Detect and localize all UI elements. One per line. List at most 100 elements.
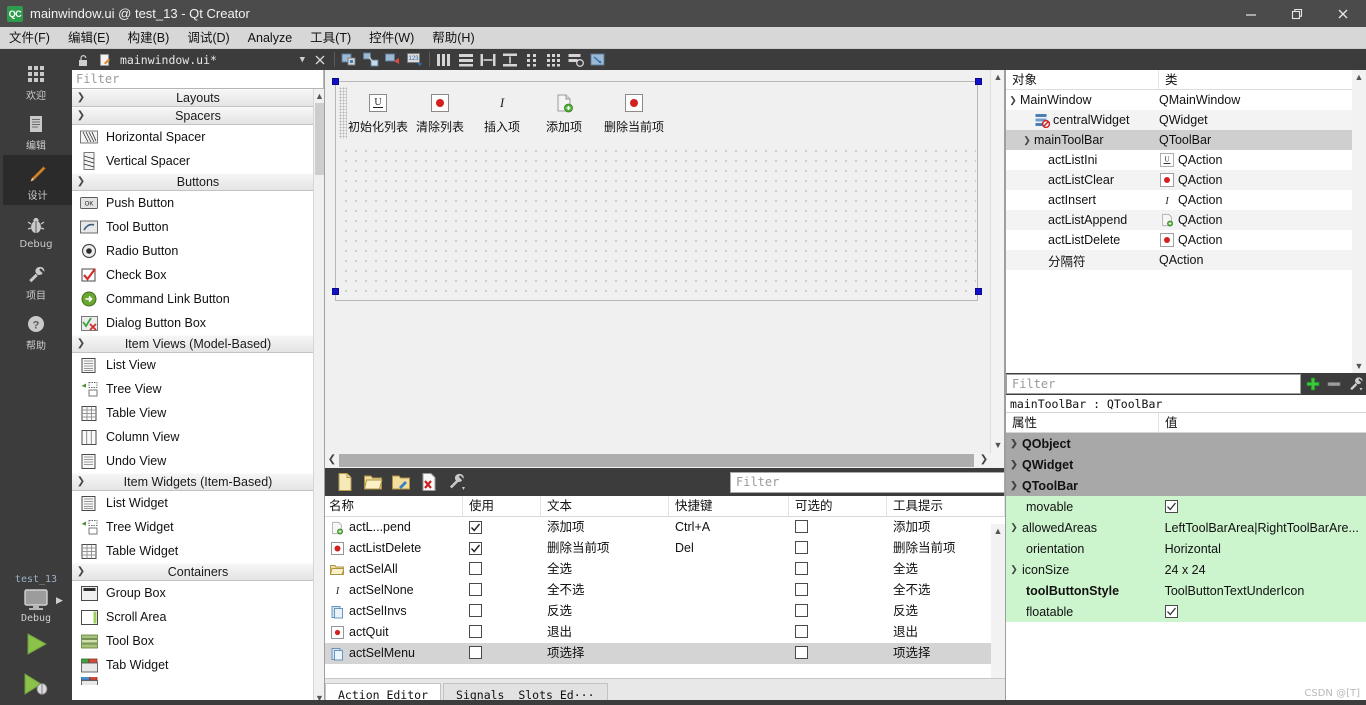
new-action-icon[interactable] [331, 470, 359, 494]
widget-item-dialog-button-box[interactable]: Dialog Button Box [72, 311, 324, 335]
action-used-cell[interactable] [463, 622, 541, 643]
widget-item-undo-view[interactable]: Undo View [72, 449, 324, 473]
tree-row-separator[interactable]: 分隔符 QAction [1006, 250, 1366, 270]
widget-item-tool-button[interactable]: Tool Button [72, 215, 324, 239]
action-checkable-cell[interactable] [789, 538, 887, 559]
toolbar-button-add-item[interactable]: 添加项 [533, 91, 595, 135]
sidebar-item-help[interactable]: ? 帮助 [0, 305, 72, 355]
tree-row-actlistini[interactable]: actListIni U QAction [1006, 150, 1366, 170]
toolbar-button-clear-list[interactable]: 清除列表 [409, 91, 471, 135]
chevron-right-icon[interactable]: ❯ [1006, 459, 1022, 470]
minus-icon[interactable] [1325, 373, 1345, 395]
checkbox-unchecked[interactable] [469, 583, 482, 596]
column-header-shortcut[interactable]: 快捷键 [669, 496, 789, 516]
close-icon[interactable] [1320, 0, 1366, 27]
scroll-up-icon[interactable]: ▲ [1352, 70, 1366, 84]
form-canvas[interactable]: U 初始化列表 清除列表 I 插入项 添加项 删除当前项 ▲ ▼ ❮ ❯ [325, 70, 1005, 468]
widget-item-group-box[interactable]: Group Box [72, 581, 324, 605]
checkbox-checked[interactable] [1164, 605, 1178, 618]
tree-row-maintoolbar[interactable]: ❯ mainToolBar QToolBar [1006, 130, 1366, 150]
action-checkable-cell[interactable] [789, 601, 887, 622]
chevron-right-icon[interactable]: ❯ [1006, 438, 1022, 449]
toolbar-drag-handle[interactable] [339, 86, 347, 139]
tree-row-actlistclear[interactable]: actListClear QAction [1006, 170, 1366, 190]
layout-horizontal-icon[interactable] [433, 49, 455, 70]
form-main-toolbar[interactable]: U 初始化列表 清除列表 I 插入项 添加项 删除当前项 [337, 83, 976, 142]
property-value-cell[interactable]: LeftToolBarArea|RightToolBarAre... [1159, 517, 1366, 538]
checkbox-unchecked[interactable] [795, 562, 808, 575]
toolbar-button-delete-current[interactable]: 删除当前项 [595, 91, 673, 135]
layout-vertical-icon[interactable] [455, 49, 477, 70]
widget-item-check-box[interactable]: Check Box [72, 263, 324, 287]
widget-item-tree-view[interactable]: Tree View [72, 377, 324, 401]
checkbox-unchecked[interactable] [469, 625, 482, 638]
checkbox-checked[interactable] [469, 542, 482, 555]
chevron-right-icon[interactable]: ❯ [1006, 522, 1022, 533]
tree-row-centralwidget[interactable]: centralWidget QWidget [1006, 110, 1366, 130]
central-widget-area[interactable] [337, 142, 976, 299]
widget-item-tab-widget[interactable]: Tab Widget [72, 653, 324, 677]
column-header-text[interactable]: 文本 [541, 496, 669, 516]
settings-icon[interactable] [443, 470, 471, 494]
action-used-cell[interactable] [463, 538, 541, 559]
table-row[interactable]: actSelInvs 反选 反选 [325, 601, 1005, 622]
plus-icon[interactable] [1303, 373, 1323, 395]
edit-tab-order-icon[interactable]: 123 [404, 49, 426, 70]
scroll-up-icon[interactable]: ▲ [991, 70, 1005, 84]
column-header-object[interactable]: 对象 [1006, 70, 1159, 89]
chevron-down-icon[interactable]: ❯ [1020, 135, 1034, 146]
restore-icon[interactable] [1274, 0, 1320, 27]
adjust-size-icon[interactable] [587, 49, 609, 70]
property-group-qwidget[interactable]: ❯ QWidget [1006, 454, 1366, 475]
property-row-movable[interactable]: movable [1006, 496, 1366, 517]
sidebar-item-edit[interactable]: 编辑 [0, 105, 72, 155]
selection-handle-top-right[interactable] [975, 78, 982, 85]
table-row[interactable]: actQuit 退出 退出 [325, 622, 1005, 643]
unlocked-icon[interactable] [72, 49, 94, 70]
delete-action-icon[interactable] [415, 470, 443, 494]
tree-row-mainwindow[interactable]: ❯ MainWindow QMainWindow [1006, 90, 1366, 110]
edit-signals-slots-icon[interactable] [360, 49, 382, 70]
menu-file[interactable]: 文件(F) [0, 27, 59, 49]
property-filter-input[interactable]: Filter [1006, 374, 1301, 394]
menu-analyze[interactable]: Analyze [239, 27, 301, 49]
action-checkable-cell[interactable] [789, 622, 887, 643]
scroll-left-icon[interactable]: ❮ [325, 453, 339, 468]
open-icon[interactable] [359, 470, 387, 494]
chevron-down-icon[interactable]: ❯ [1006, 480, 1022, 491]
run-button[interactable] [0, 624, 72, 664]
property-value-cell[interactable]: Horizontal [1159, 538, 1366, 559]
checkbox-unchecked[interactable] [795, 541, 808, 554]
menu-widgets[interactable]: 控件(W) [360, 27, 423, 49]
widget-group-buttons[interactable]: ❯ Buttons [72, 173, 324, 191]
selection-handle-top-left[interactable] [332, 78, 339, 85]
property-row-allowedareas[interactable]: ❯ allowedAreas LeftToolBarArea|RightTool… [1006, 517, 1366, 538]
scroll-down-icon[interactable]: ▼ [1352, 359, 1366, 373]
property-value-cell[interactable]: 24 x 24 [1159, 559, 1366, 580]
main-window-form[interactable]: U 初始化列表 清除列表 I 插入项 添加项 删除当前项 [335, 81, 978, 301]
canvas-horizontal-scrollbar[interactable]: ❮ ❯ [325, 453, 991, 468]
widget-item-column-view[interactable]: Column View [72, 425, 324, 449]
property-row-floatable[interactable]: floatable [1006, 601, 1366, 622]
table-row[interactable]: actSelMenu 项选择 项选择 [325, 643, 1005, 664]
table-row[interactable]: I actSelNone 全不选 全不选 [325, 580, 1005, 601]
widget-item-list-widget[interactable]: List Widget [72, 491, 324, 515]
column-header-used[interactable]: 使用 [463, 496, 541, 516]
sidebar-item-projects[interactable]: 项目 [0, 255, 72, 305]
scroll-up-icon[interactable]: ▲ [991, 524, 1005, 538]
edit-widgets-icon[interactable] [338, 49, 360, 70]
widget-item-list-view[interactable]: List View [72, 353, 324, 377]
widget-item-tree-widget[interactable]: Tree Widget [72, 515, 324, 539]
toolbar-button-init-list[interactable]: U 初始化列表 [347, 91, 409, 135]
chevron-right-icon[interactable]: ❯ [1006, 564, 1022, 575]
column-header-tooltip[interactable]: 工具提示 [887, 496, 1005, 516]
checkbox-unchecked[interactable] [795, 520, 808, 533]
menu-help[interactable]: 帮助(H) [423, 27, 483, 49]
widget-item-tool-box[interactable]: Tool Box [72, 629, 324, 653]
kit-selector[interactable]: test_13 ▶ Debug [0, 574, 72, 705]
chevron-down-icon[interactable]: ▼ [300, 55, 305, 65]
scroll-thumb[interactable] [339, 454, 974, 467]
widget-item-scroll-area[interactable]: Scroll Area [72, 605, 324, 629]
wrench-icon[interactable] [1346, 373, 1366, 395]
open-document-chip[interactable]: mainwindow.ui* ▼ [94, 49, 309, 70]
